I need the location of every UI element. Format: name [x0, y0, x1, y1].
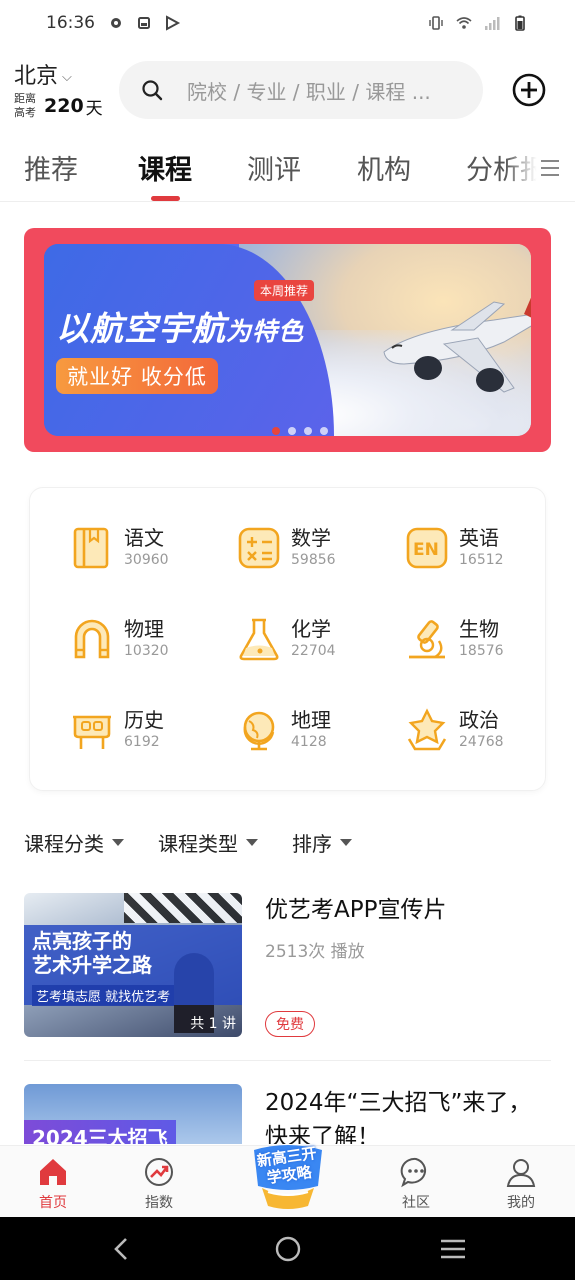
- subject-grid: 语文 30960 数学 59856 EN 英语 16512 物理 10320 化学 227…: [29, 487, 546, 791]
- globe-icon: [243, 711, 275, 751]
- city-label: 北京: [14, 64, 59, 89]
- filter-bar: 课程分类 课程类型 排序: [24, 828, 352, 857]
- airplane-icon: [383, 297, 531, 393]
- chevron-down-icon: ⌵: [62, 69, 72, 85]
- dropdown-triangle-icon: [246, 839, 258, 846]
- search-input[interactable]: 院校 / 专业 / 职业 / 课程 ...: [119, 61, 483, 119]
- thumbnail-subline: 艺考填志愿 就找优艺考: [32, 985, 175, 1006]
- course-thumbnail: 2024三大招飞: [24, 1084, 242, 1144]
- tab-recommend[interactable]: 推荐: [24, 148, 78, 187]
- star-badge-icon: [407, 708, 447, 751]
- subject-geography[interactable]: 地理 4128: [237, 700, 387, 760]
- nav-home[interactable]: 首页: [23, 1156, 83, 1212]
- divider: [24, 1060, 551, 1061]
- thumbnail-tag: 2024三大招飞: [24, 1120, 176, 1144]
- add-circle-icon[interactable]: [512, 73, 546, 107]
- lecture-count: 共 1 讲: [190, 1016, 236, 1032]
- chat-icon: [400, 1157, 427, 1188]
- menu-icon[interactable]: [539, 158, 561, 178]
- search-icon: [142, 80, 163, 101]
- back-icon[interactable]: [108, 1235, 136, 1263]
- weekly-pick-badge: 本周推荐: [254, 280, 315, 301]
- city-selector[interactable]: 北京 ⌵: [14, 58, 72, 90]
- bottom-navigation: 首页 指数 新高三开学攻略 社区 我的: [0, 1142, 575, 1217]
- subject-history[interactable]: 历史 6192: [70, 700, 220, 760]
- banner-pill: 就业好 收分低: [56, 358, 218, 394]
- banner-title: 以航空宇航为特色: [56, 309, 305, 348]
- nav-index[interactable]: 指数: [129, 1156, 189, 1212]
- calculator-icon: [238, 527, 280, 569]
- subject-english[interactable]: EN 英语 16512: [405, 518, 555, 578]
- carousel-dot[interactable]: [272, 427, 280, 435]
- dropdown-triangle-icon: [112, 839, 124, 846]
- home-circle-icon[interactable]: [274, 1235, 302, 1263]
- countdown-days: 220: [44, 95, 84, 117]
- course-item[interactable]: 2024三大招飞 2024年“三大招飞”来了，快来了解！: [24, 1084, 551, 1144]
- banner-image: 本周推荐 以航空宇航为特色 就业好 收分低: [44, 244, 531, 436]
- course-plays: 2513次 播放: [265, 942, 365, 962]
- book-icon: [73, 527, 109, 569]
- search-placeholder: 院校 / 专业 / 职业 / 课程 ...: [187, 79, 431, 104]
- carousel-dot[interactable]: [320, 427, 328, 435]
- subject-chemistry[interactable]: 化学 22704: [237, 609, 387, 669]
- en-icon: EN: [406, 527, 448, 569]
- home-icon: [40, 1159, 66, 1185]
- course-item[interactable]: 点亮孩子的 艺术升学之路 艺考填志愿 就找优艺考 共 1 讲 优艺考APP宣传片 …: [24, 893, 551, 1043]
- subject-chinese[interactable]: 语文 30960: [70, 518, 220, 578]
- tab-courses[interactable]: 课程: [138, 148, 192, 187]
- nav-profile[interactable]: 我的: [491, 1156, 551, 1212]
- countdown-prefix: 距离 高考: [14, 92, 36, 119]
- user-icon: [506, 1159, 536, 1187]
- vibrate-icon: [429, 16, 443, 30]
- filter-course-type[interactable]: 课程类型: [158, 828, 258, 857]
- course-title: 优艺考APP宣传片: [265, 897, 447, 923]
- promo-badge[interactable]: 新高三开学攻略: [244, 1142, 332, 1210]
- battery-icon: [515, 15, 525, 31]
- course-title: 2024年“三大招飞”来了，快来了解！: [265, 1090, 532, 1144]
- category-tabs: 推荐 课程 测评 机构 分析报: [0, 140, 575, 202]
- microscope-icon: [409, 620, 445, 659]
- status-time: 16:36: [46, 13, 95, 33]
- settings-gear-icon: [111, 18, 121, 28]
- countdown-unit: 天: [85, 98, 103, 119]
- exam-countdown: 距离 高考 220 天: [14, 92, 103, 120]
- trend-icon: [145, 1158, 173, 1186]
- tripod-icon: [73, 715, 111, 749]
- course-thumbnail: 点亮孩子的 艺术升学之路 艺考填志愿 就找优艺考 共 1 讲: [24, 893, 242, 1037]
- subject-math[interactable]: 数学 59856: [237, 518, 387, 578]
- filter-sort[interactable]: 排序: [292, 828, 352, 857]
- carousel-dot[interactable]: [288, 427, 296, 435]
- flask-icon: [239, 618, 279, 661]
- promo-banner[interactable]: 本周推荐 以航空宇航为特色 就业好 收分低: [24, 228, 551, 452]
- recents-menu-icon[interactable]: [439, 1235, 467, 1263]
- tab-institutions[interactable]: 机构: [357, 148, 411, 187]
- system-navigation-bar: [0, 1217, 575, 1280]
- thumbnail-headline: 点亮孩子的 艺术升学之路: [32, 929, 152, 977]
- signal-icon: [485, 17, 500, 30]
- status-bar: 16:36: [0, 0, 575, 46]
- app-header: 北京 ⌵ 距离 高考 220 天 院校 / 专业 / 职业 / 课程 ...: [0, 56, 575, 126]
- nav-community[interactable]: 社区: [386, 1156, 446, 1212]
- filter-course-category[interactable]: 课程分类: [24, 828, 124, 857]
- active-tab-indicator: [151, 196, 180, 201]
- subject-politics[interactable]: 政治 24768: [405, 700, 555, 760]
- carousel-dots: [272, 427, 328, 435]
- sim-card-icon: [138, 17, 150, 29]
- subject-physics[interactable]: 物理 10320: [70, 609, 220, 669]
- tab-assessment[interactable]: 测评: [247, 148, 301, 187]
- subject-biology[interactable]: 生物 18576: [405, 609, 555, 669]
- magnet-icon: [74, 619, 110, 659]
- wifi-icon: [456, 17, 472, 29]
- dropdown-triangle-icon: [340, 839, 352, 846]
- play-store-icon: [166, 15, 181, 31]
- svg-text:EN: EN: [413, 540, 439, 560]
- carousel-dot[interactable]: [304, 427, 312, 435]
- free-badge: 免费: [265, 1011, 315, 1037]
